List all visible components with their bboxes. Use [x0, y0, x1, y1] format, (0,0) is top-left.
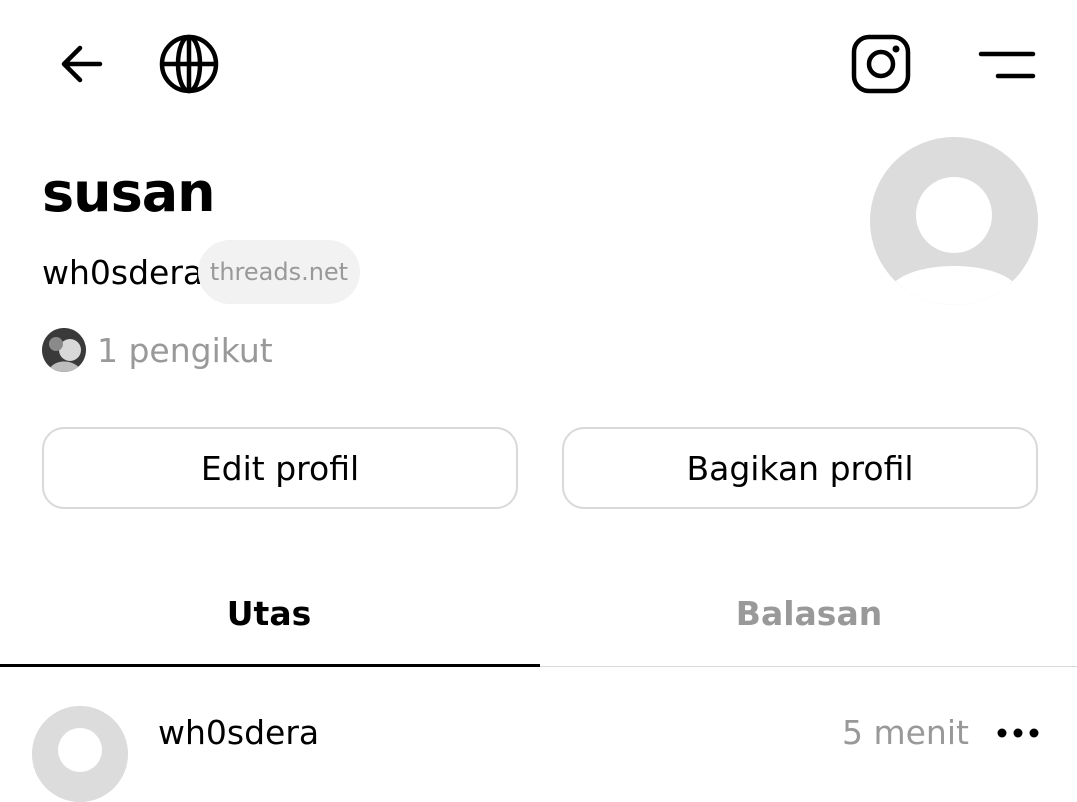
default-avatar-icon — [32, 706, 128, 802]
follower-photo-icon — [42, 328, 86, 372]
instagram-icon — [851, 34, 911, 94]
arrow-left-icon — [61, 45, 103, 83]
globe-button[interactable] — [156, 32, 222, 96]
followers-count[interactable]: 1 pengikut — [97, 330, 273, 372]
more-horizontal-icon — [997, 728, 1039, 738]
follower-avatar[interactable] — [42, 328, 86, 372]
tab-replies[interactable]: Balasan — [540, 560, 1077, 666]
post-more-button[interactable] — [994, 716, 1042, 750]
edit-profile-button[interactable]: Edit profil — [42, 427, 518, 509]
share-profile-button[interactable]: Bagikan profil — [562, 427, 1038, 509]
default-avatar-icon — [870, 137, 1038, 305]
back-button[interactable] — [52, 38, 108, 90]
profile-avatar[interactable] — [870, 137, 1038, 305]
globe-icon — [159, 34, 219, 94]
menu-icon — [978, 51, 1036, 79]
post-timestamp: 5 menit — [842, 713, 969, 752]
post-avatar[interactable] — [32, 706, 128, 802]
domain-badge[interactable]: threads.net — [198, 240, 360, 304]
post-username[interactable]: wh0sdera — [158, 712, 319, 754]
instagram-button[interactable] — [848, 32, 914, 96]
tab-threads[interactable]: Utas — [0, 560, 538, 666]
tab-divider — [540, 666, 1077, 667]
profile-username: wh0sdera — [42, 253, 204, 292]
profile-display-name: susan — [42, 161, 216, 224]
active-tab-indicator — [0, 664, 540, 667]
menu-button[interactable] — [976, 42, 1038, 86]
